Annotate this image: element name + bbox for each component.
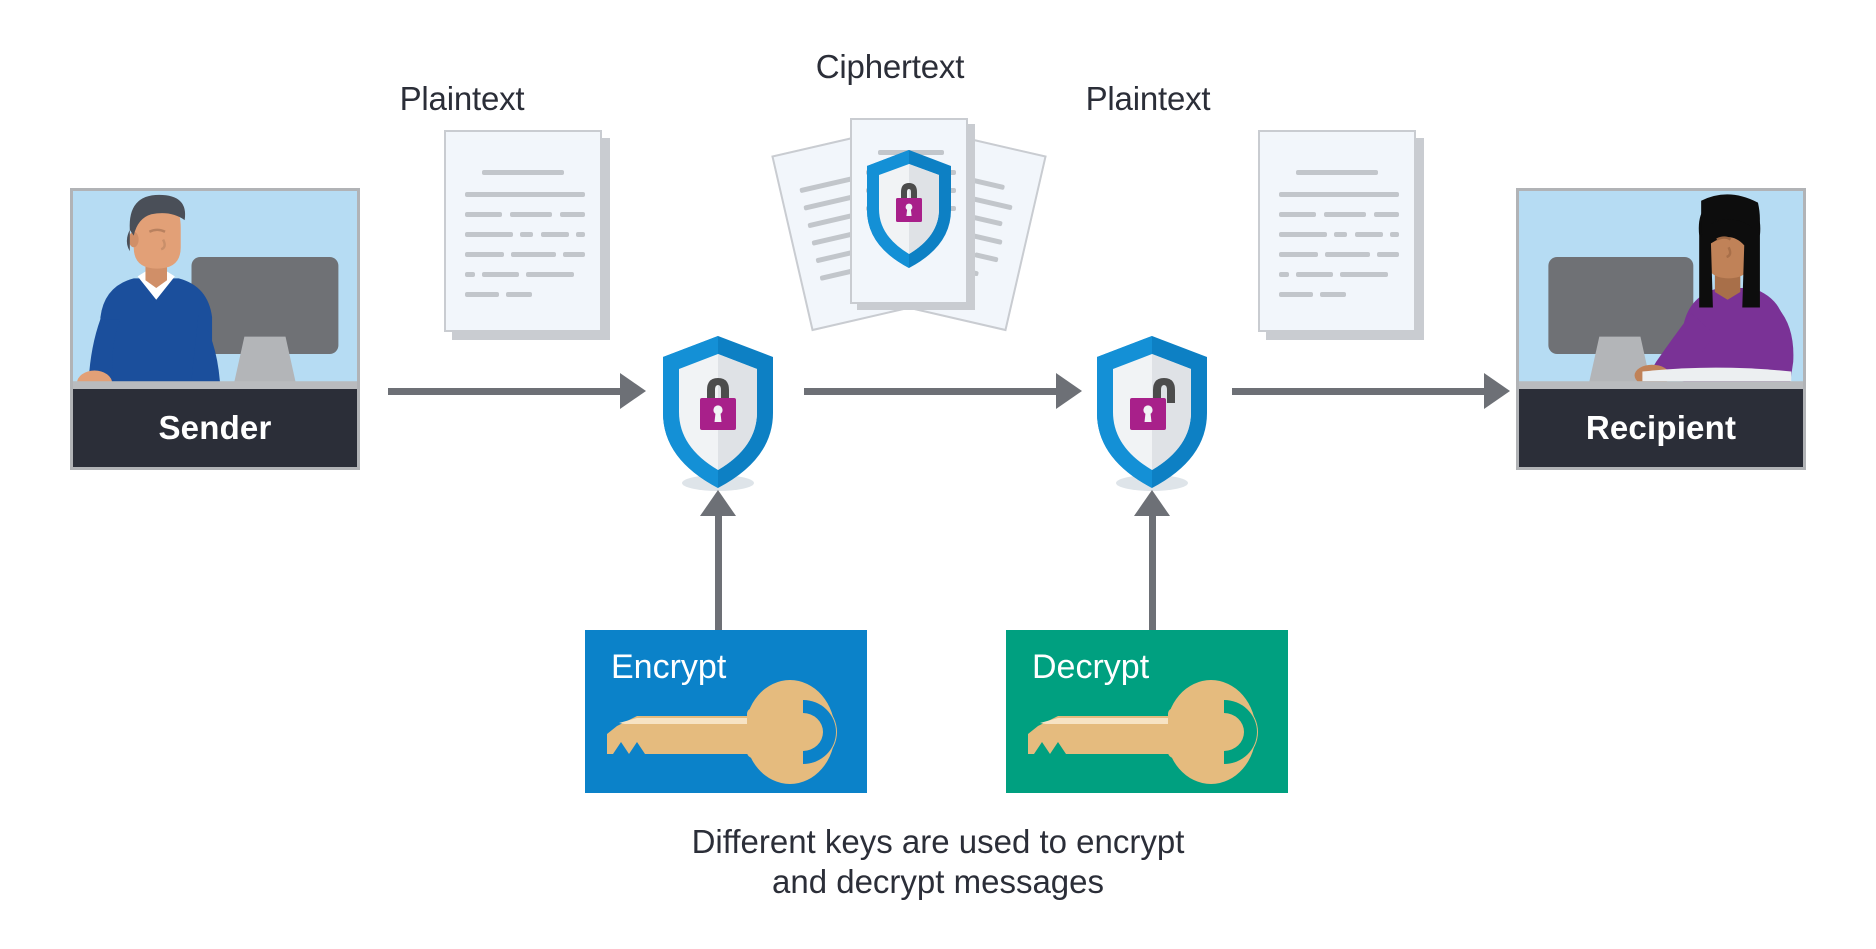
decrypt-shield-open-padlock-icon <box>1090 333 1214 493</box>
recipient-panel: Recipient <box>1516 188 1806 470</box>
arrow-encrypt-key-up <box>700 490 736 630</box>
sender-panel: Sender <box>70 188 360 470</box>
encrypt-key-box[interactable]: Encrypt <box>585 630 867 793</box>
arrow-decrypt-to-recipient <box>1232 373 1512 409</box>
recipient-illustration <box>1519 191 1803 389</box>
label-ciphertext: Ciphertext <box>815 48 965 85</box>
ciphertext-shield-closed-padlock-icon <box>862 148 956 272</box>
encrypt-shield-closed-padlock-icon <box>656 333 780 493</box>
decrypt-key-box[interactable]: Decrypt <box>1006 630 1288 793</box>
label-plaintext-right: Plaintext <box>1085 80 1211 117</box>
encrypt-key-label: Encrypt <box>611 648 727 686</box>
document-page <box>1258 130 1416 332</box>
arrow-sender-to-encrypt <box>388 373 648 409</box>
sender-caption-label: Sender <box>73 389 357 467</box>
plaintext-document-left <box>444 130 614 340</box>
label-plaintext-left: Plaintext <box>399 80 525 117</box>
arrow-decrypt-key-up <box>1134 490 1170 630</box>
diagram-caption: Different keys are used to encrypt and d… <box>691 823 1185 901</box>
encryption-flow-diagram: Plaintext Ciphertext Plaintext Sender Re… <box>0 0 1876 949</box>
decrypt-key-label: Decrypt <box>1032 648 1150 686</box>
ciphertext-document-stack <box>771 118 1047 348</box>
document-page <box>444 130 602 332</box>
plaintext-document-right <box>1258 130 1428 340</box>
recipient-caption-label: Recipient <box>1519 389 1803 467</box>
arrow-encrypt-to-decrypt <box>804 373 1084 409</box>
sender-illustration <box>73 191 357 389</box>
